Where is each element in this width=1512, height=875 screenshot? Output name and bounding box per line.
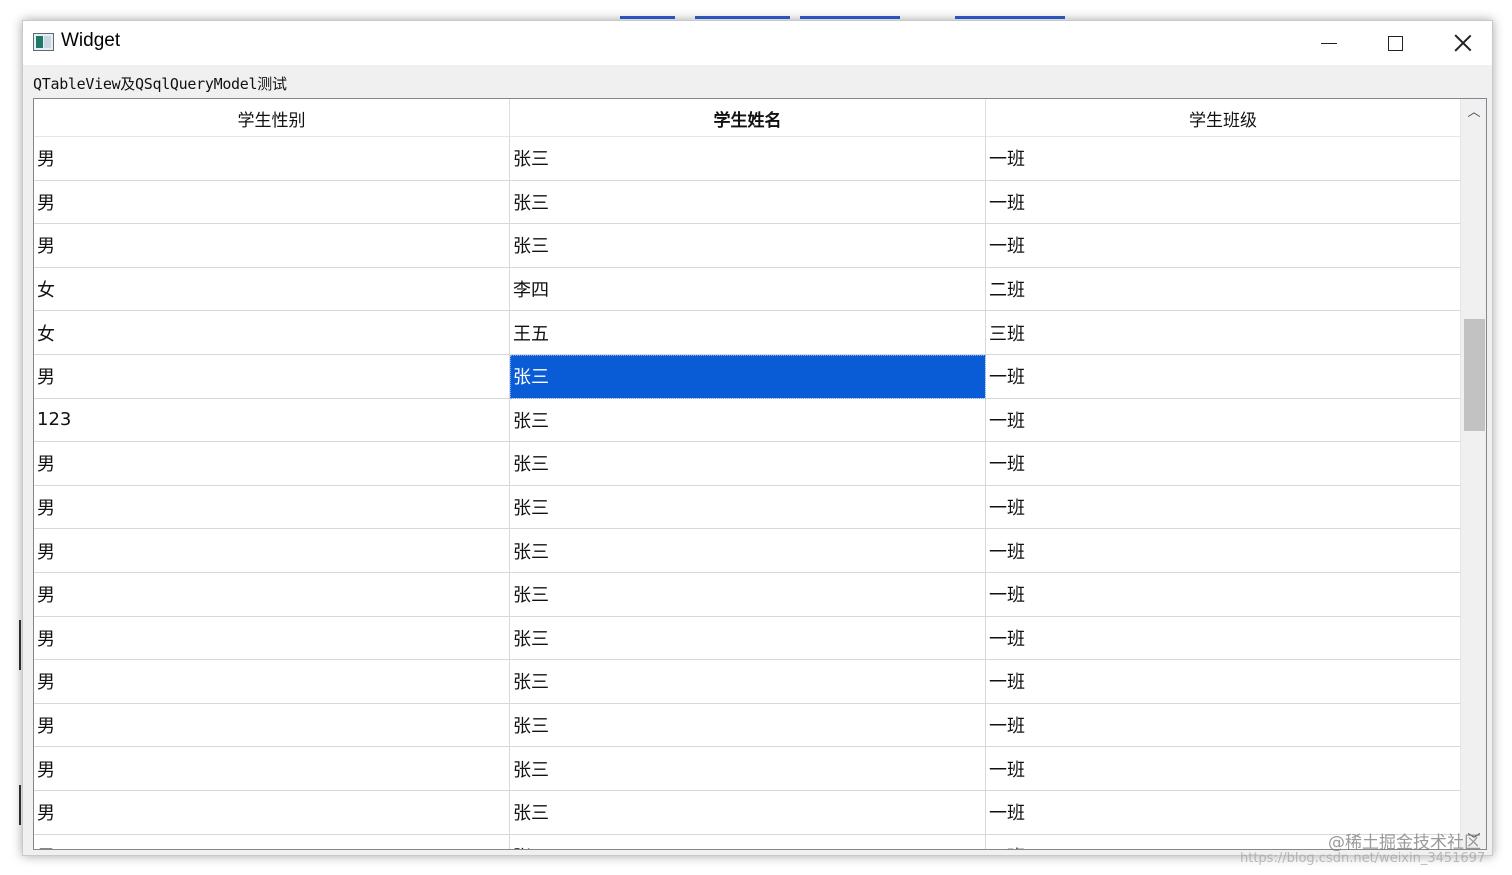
cell-class[interactable]: 一班 (986, 660, 1461, 704)
cell-class[interactable]: 一班 (986, 616, 1461, 661)
cell-class[interactable]: 一班 (986, 224, 1461, 268)
column-header-name[interactable]: 学生姓名 (510, 99, 986, 137)
cell-gender[interactable]: 男 (34, 703, 510, 748)
minimize-button[interactable] (1297, 21, 1361, 65)
cell-gender[interactable]: 女 (34, 311, 510, 355)
cell-gender[interactable]: 男 (34, 224, 510, 268)
cell-name[interactable]: 张三 (510, 616, 986, 661)
cell-gender[interactable]: 男 (34, 790, 510, 835)
chevron-up-icon: ︿ (1467, 104, 1481, 120)
close-icon (1454, 34, 1472, 52)
table-body: 男张三 一班男张三 一班男张三 一班女李四 二班女王五 三班男张三 一班 123 张三 一班男张三… (34, 137, 1461, 849)
caption-label: QTableView及QSqlQueryModel测试 (33, 75, 287, 93)
cell-name[interactable]: 张三 (510, 354, 986, 399)
vertical-scrollbar[interactable]: ︿ ﹀ (1460, 99, 1486, 849)
cell-name[interactable]: 张三 (510, 703, 986, 748)
minimize-icon (1321, 42, 1337, 44)
window-title: Widget (61, 30, 121, 51)
table-row[interactable]: 男张三一班 (34, 572, 1461, 617)
cell-gender[interactable]: 女 (34, 267, 510, 312)
cell-name[interactable]: 张三 (510, 180, 986, 225)
cell-gender[interactable]: 男 (34, 529, 510, 573)
cell-class[interactable]: 一班 (986, 529, 1461, 573)
cell-class[interactable]: 一班 (986, 747, 1461, 791)
cell-name[interactable]: 张三 (510, 224, 986, 268)
table-row[interactable]: 男张三一班 (34, 660, 1461, 704)
cell-gender[interactable]: 男 (34, 354, 510, 399)
cell-name[interactable]: 张三 (510, 572, 986, 617)
table-row[interactable]: 男张三一班 (34, 354, 1461, 399)
cell-name[interactable]: 李四 (510, 267, 986, 312)
scroll-thumb[interactable] (1464, 319, 1485, 431)
title-bar[interactable]: Widget (23, 21, 1492, 65)
table-row[interactable]: 男张三一班 (34, 703, 1461, 748)
table-row[interactable]: 男张三一班 (34, 747, 1461, 791)
table-row[interactable]: 男张三一班 (34, 485, 1461, 530)
cell-gender[interactable]: 男 (34, 834, 510, 849)
cell-class[interactable]: 二班 (986, 267, 1461, 312)
cell-gender[interactable]: 男 (34, 616, 510, 661)
cell-gender[interactable]: 男 (34, 180, 510, 225)
table-row[interactable]: 男张三一班 (34, 790, 1461, 835)
main-window: Widget QTableView及QSqlQueryModel测试 学生性别 … (22, 20, 1493, 856)
watermark-text: @稀土掘金技术社区 (1328, 833, 1481, 853)
table-row[interactable]: 男张三一班 (34, 442, 1461, 486)
cell-gender[interactable]: 男 (34, 572, 510, 617)
cell-gender[interactable]: 男 (34, 485, 510, 530)
cell-class[interactable]: 一班 (986, 703, 1461, 748)
table-row[interactable]: 男张三一班 (34, 180, 1461, 225)
cell-class[interactable]: 一班 (986, 442, 1461, 486)
table-row[interactable]: 男张三一班 (34, 834, 1461, 849)
table-row[interactable]: 男张三一班 (34, 137, 1461, 181)
cell-gender[interactable]: 123 (34, 398, 510, 443)
table-header: 学生性别 学生姓名 学生班级 (34, 99, 1461, 137)
table-row[interactable]: 女李四 二班 (34, 267, 1461, 312)
watermark-url: https://blog.csdn.net/weixin_3451697 (1240, 851, 1486, 866)
cell-gender[interactable]: 男 (34, 442, 510, 486)
cell-name[interactable]: 张三 (510, 790, 986, 835)
cell-name[interactable]: 张三 (510, 660, 986, 704)
maximize-icon (1387, 35, 1403, 51)
table-row[interactable]: 123 张三 一班 (34, 398, 1461, 443)
cell-class[interactable]: 一班 (986, 354, 1461, 399)
cell-gender[interactable]: 男 (34, 137, 510, 181)
cell-name[interactable]: 张三 (510, 485, 986, 530)
cell-class[interactable]: 一班 (986, 398, 1461, 443)
cell-class[interactable]: 一班 (986, 572, 1461, 617)
cell-name[interactable]: 张三 (510, 529, 986, 573)
cell-class[interactable]: 三班 (986, 311, 1461, 355)
cell-class[interactable]: 一班 (986, 180, 1461, 225)
cell-gender[interactable]: 男 (34, 660, 510, 704)
cell-gender[interactable]: 男 (34, 747, 510, 791)
cell-name[interactable]: 张三 (510, 442, 986, 486)
table-row[interactable]: 男张三一班 (34, 529, 1461, 573)
cell-name[interactable]: 张三 (510, 398, 986, 443)
column-header-gender[interactable]: 学生性别 (34, 99, 510, 137)
cell-name[interactable]: 王五 (510, 311, 986, 355)
table-row[interactable]: 男张三一班 (34, 224, 1461, 268)
window-app-icon (33, 33, 54, 51)
table-row[interactable]: 男张三一班 (34, 616, 1461, 661)
cell-name[interactable]: 张三 (510, 834, 986, 849)
table-row[interactable]: 女王五 三班 (34, 311, 1461, 355)
column-header-class[interactable]: 学生班级 (986, 99, 1461, 137)
table-view[interactable]: 学生性别 学生姓名 学生班级 男张三 一班男张三 一班男张三 一班女李四 二班女王五 三班… (33, 98, 1487, 850)
close-button[interactable] (1431, 21, 1492, 65)
cell-name[interactable]: 张三 (510, 137, 986, 181)
maximize-button[interactable] (1363, 21, 1427, 65)
cell-name[interactable]: 张三 (510, 747, 986, 791)
cell-class[interactable]: 一班 (986, 137, 1461, 181)
scroll-up-button[interactable]: ︿ (1461, 99, 1486, 121)
cell-class[interactable]: 一班 (986, 485, 1461, 530)
